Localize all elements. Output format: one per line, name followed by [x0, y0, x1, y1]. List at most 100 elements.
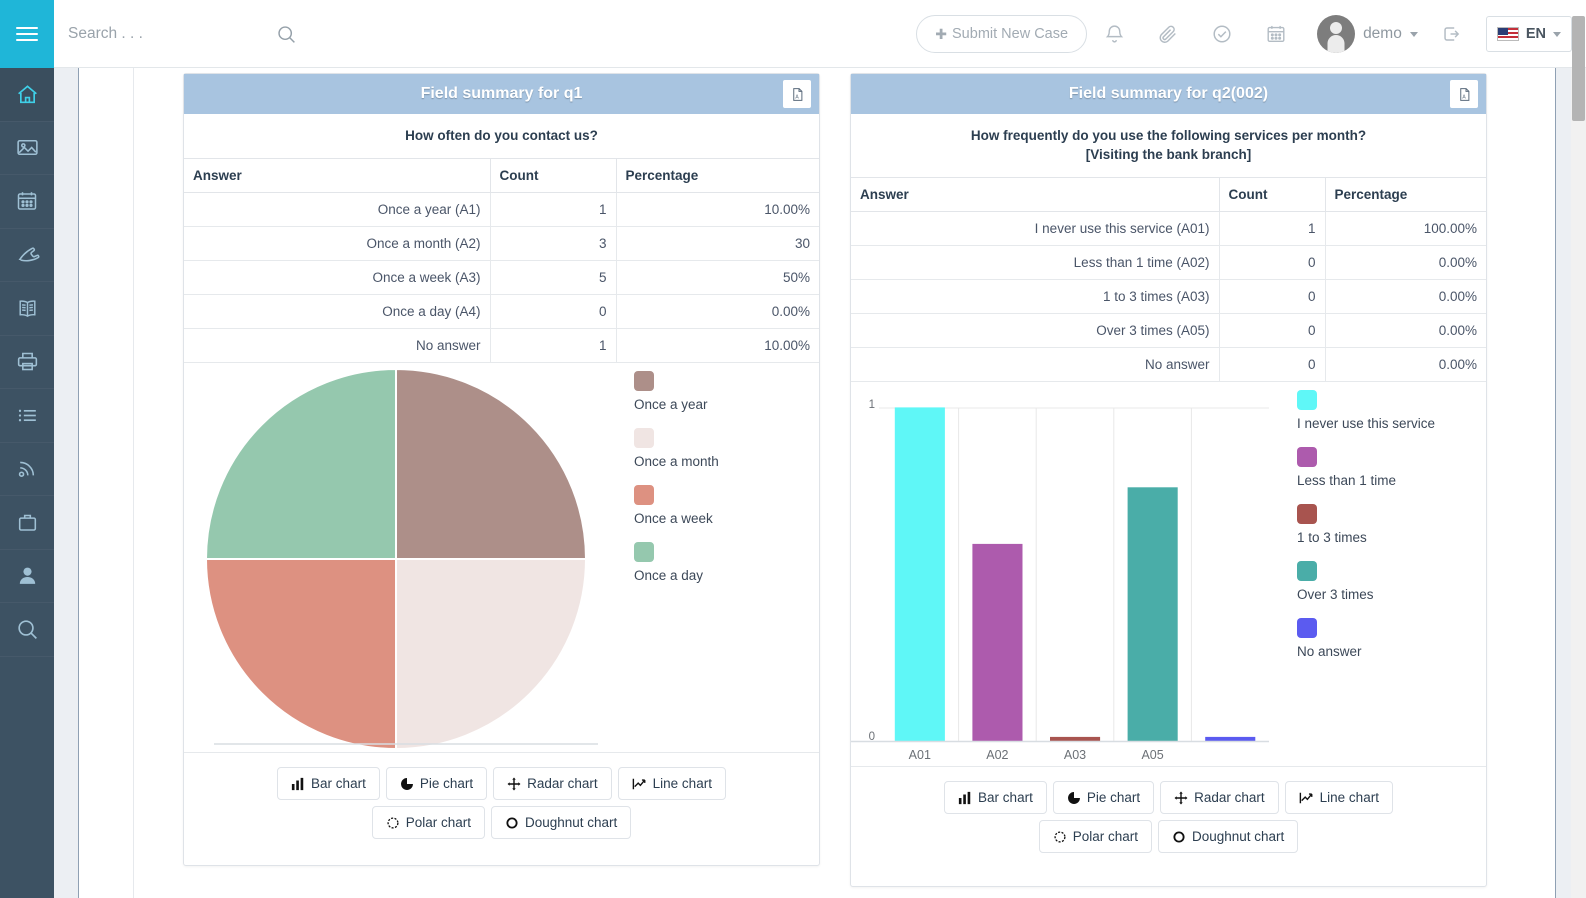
sidebar-item-user[interactable] [0, 550, 54, 603]
legend-swatch [1297, 561, 1317, 581]
sidebar-item-calendar[interactable] [0, 175, 54, 229]
legend-item[interactable]: Less than 1 time [1297, 447, 1472, 490]
pie-chart-button[interactable]: Pie chart [385, 767, 488, 800]
cell-count: 0 [1218, 313, 1325, 348]
bar[interactable] [1050, 736, 1101, 742]
line-chart-button[interactable]: Line chart [1284, 781, 1393, 814]
doughnut-chart-button[interactable]: Doughnut chart [490, 806, 632, 839]
sidebar-item-print[interactable] [0, 336, 54, 389]
polar-chart-icon [1053, 830, 1067, 844]
logout-button[interactable] [1424, 0, 1478, 68]
doughnut-chart-icon [1172, 830, 1186, 844]
table-row: Once a year (A1) 1 10.00% [184, 192, 819, 227]
sidebar-item-knowledge-base[interactable] [0, 282, 54, 336]
polar-chart-label: Polar chart [405, 815, 471, 830]
cell-answer: Once a year (A1) [184, 192, 490, 227]
legend-item[interactable]: 1 to 3 times [1297, 504, 1472, 547]
sidebar-item-phone[interactable] [0, 229, 54, 282]
sidebar-item-feed[interactable] [0, 443, 54, 496]
vertical-scrollbar-track[interactable] [1571, 68, 1586, 898]
book-icon [18, 300, 36, 317]
legend-label: Over 3 times [1297, 587, 1374, 602]
legend-item[interactable]: Once a month [634, 428, 804, 471]
radar-chart-icon [507, 777, 521, 791]
image-icon [16, 140, 38, 156]
cell-count: 3 [489, 226, 616, 261]
polar-chart-button[interactable]: Polar chart [1038, 820, 1152, 853]
sidebar-item-list[interactable] [0, 389, 54, 443]
radar-chart-button[interactable]: Radar chart [493, 767, 612, 800]
x-axis-tick-label: A05 [1141, 748, 1163, 762]
bar-chart-button[interactable]: Bar chart [277, 767, 380, 800]
table-row: No answer 0 0.00% [851, 347, 1486, 382]
column-header-percentage: Percentage [615, 159, 819, 193]
bar-chart-icon [958, 791, 972, 805]
bar-chart-button[interactable]: Bar chart [944, 781, 1047, 814]
legend-item[interactable]: I never use this service [1297, 390, 1472, 433]
hamburger-menu-button[interactable] [0, 0, 54, 68]
calendar-icon [17, 192, 37, 210]
polar-chart-icon [386, 816, 400, 830]
pie-chart-button[interactable]: Pie chart [1052, 781, 1155, 814]
export-file-icon[interactable]: A [783, 80, 811, 108]
legend-item[interactable]: Once a year [634, 371, 804, 414]
cell-percentage: 0.00% [1324, 245, 1486, 280]
field-summary-panel-q2: Field summary for q2(002) A How frequent… [850, 73, 1487, 887]
cell-answer: Less than 1 time (A02) [851, 245, 1219, 280]
svg-text:A: A [795, 94, 799, 100]
attachments-button[interactable] [1141, 0, 1195, 68]
radar-chart-button[interactable]: Radar chart [1160, 781, 1279, 814]
bar[interactable] [972, 543, 1023, 742]
pie-chart[interactable] [206, 369, 606, 749]
polar-chart-button[interactable]: Polar chart [371, 806, 485, 839]
submit-new-case-button[interactable]: ✚ Submit New Case [916, 15, 1088, 53]
hamburger-icon [16, 23, 38, 45]
line-chart-icon [1299, 791, 1314, 805]
plus-icon: ✚ [935, 26, 948, 42]
calendar-button[interactable] [1249, 0, 1303, 68]
svg-text:A: A [1462, 94, 1466, 100]
legend-item[interactable]: Over 3 times [1297, 561, 1472, 604]
table-row: I never use this service (A01) 1 100.00% [851, 211, 1486, 246]
cell-answer: Once a day (A4) [184, 294, 490, 329]
cell-answer: I never use this service (A01) [851, 211, 1219, 246]
legend-swatch [1297, 504, 1317, 524]
doughnut-chart-button[interactable]: Doughnut chart [1157, 820, 1299, 853]
export-file-icon[interactable]: A [1450, 80, 1478, 108]
radar-chart-label: Radar chart [1194, 790, 1265, 805]
sidebar-item-briefcase[interactable] [0, 496, 54, 550]
search-icon[interactable] [276, 24, 297, 45]
question-text: How frequently do you use the following … [851, 114, 1486, 178]
legend-item[interactable]: Once a week [634, 485, 804, 528]
tasks-button[interactable] [1195, 0, 1249, 68]
table-row: Once a month (A2) 3 30 [184, 226, 819, 261]
legend-swatch [634, 371, 654, 391]
cell-percentage: 0.00% [615, 294, 819, 329]
bar[interactable] [1205, 736, 1256, 742]
user-menu-button[interactable]: demo [1303, 15, 1424, 53]
line-chart-button[interactable]: Line chart [617, 767, 726, 800]
legend-item[interactable]: No answer [1297, 618, 1472, 661]
language-selector[interactable]: EN [1485, 16, 1572, 52]
bar[interactable] [1127, 487, 1178, 742]
legend-item[interactable]: Once a day [634, 542, 804, 585]
phone-icon [18, 247, 39, 262]
table-header-row: Answer Count Percentage [851, 178, 1486, 212]
pie-chart-icon [400, 777, 414, 791]
vertical-scrollbar-thumb[interactable] [1572, 16, 1585, 121]
legend-label: Less than 1 time [1297, 473, 1397, 488]
notifications-button[interactable] [1087, 0, 1141, 68]
left-sidebar [0, 68, 54, 898]
chevron-down-icon [1553, 31, 1561, 37]
cell-answer: Once a week (A3) [184, 260, 490, 295]
table-row: Over 3 times (A05) 0 0.00% [851, 313, 1486, 348]
legend-swatch [1297, 618, 1317, 638]
search-input[interactable] [68, 25, 218, 43]
sidebar-item-search[interactable] [0, 603, 54, 657]
cell-answer: Over 3 times (A05) [851, 313, 1219, 348]
sidebar-item-images[interactable] [0, 122, 54, 175]
column-header-count: Count [489, 159, 616, 193]
bar-chart[interactable]: 1 0 A01 A02 A03 A05 [851, 388, 1281, 768]
sidebar-item-home[interactable] [0, 68, 54, 122]
bar[interactable] [894, 407, 945, 742]
